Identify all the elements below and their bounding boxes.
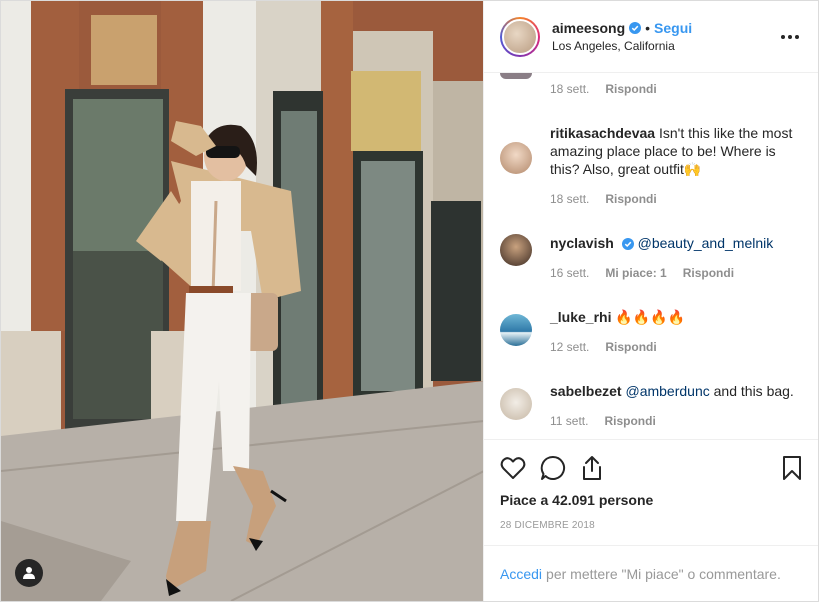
post-photo[interactable]	[1, 1, 484, 601]
comment-item: 18 sett. Rispondi	[500, 73, 802, 98]
comment-text: and this bag.	[713, 383, 794, 399]
likes-count[interactable]: Piace a 42.091 persone	[500, 492, 802, 508]
person-icon	[23, 567, 35, 579]
follow-button[interactable]: Segui	[654, 20, 692, 37]
author-username[interactable]: aimeesong	[552, 20, 625, 37]
post-side-panel: aimeesong • Segui Los Angeles, Californi…	[484, 1, 818, 601]
comment-likes[interactable]: Mi piace: 1	[605, 264, 666, 282]
reply-button[interactable]: Rispondi	[604, 412, 655, 430]
more-options-icon[interactable]	[778, 25, 802, 49]
comment-item: ritikasachdevaa Isn't this like the most…	[500, 124, 802, 208]
comment-mention[interactable]: @beauty_and_melnik	[638, 235, 774, 251]
reply-button[interactable]: Rispondi	[605, 338, 656, 356]
comment-username[interactable]: ritikasachdevaa	[550, 125, 655, 141]
post-dialog: aimeesong • Segui Los Angeles, Californi…	[0, 0, 819, 602]
post-location[interactable]: Los Angeles, California	[552, 39, 778, 53]
login-link[interactable]: Accedi	[500, 566, 542, 582]
commenter-avatar[interactable]	[500, 142, 532, 174]
comment-time: 12 sett.	[550, 340, 590, 354]
user-tag-icon[interactable]	[15, 559, 43, 587]
login-prompt: Accedi per mettere "Mi piace" o commenta…	[484, 545, 818, 601]
commenter-avatar[interactable]	[500, 234, 532, 266]
commenter-avatar[interactable]	[500, 388, 532, 420]
comment-time: 18 sett.	[550, 82, 590, 96]
share-icon[interactable]	[580, 448, 620, 488]
commenter-avatar[interactable]	[500, 73, 532, 79]
verified-badge-icon	[629, 22, 642, 35]
post-header: aimeesong • Segui Los Angeles, Californi…	[484, 1, 818, 73]
comments-list[interactable]: 18 sett. Rispondi ritikasachdevaa Isn't …	[484, 73, 818, 439]
reply-button[interactable]: Rispondi	[605, 80, 656, 98]
author-avatar[interactable]	[500, 16, 540, 57]
post-actions: Piace a 42.091 persone 28 DICEMBRE 2018	[484, 439, 818, 545]
comment-username[interactable]: nyclavish	[550, 235, 614, 251]
bookmark-icon[interactable]	[762, 448, 802, 488]
commenter-avatar[interactable]	[500, 314, 532, 346]
comment-username[interactable]: _luke_rhi	[550, 309, 611, 325]
comment-time: 18 sett.	[550, 192, 590, 206]
comment-item: _luke_rhi 🔥🔥🔥🔥 12 sett. Rispondi	[500, 308, 802, 356]
login-prompt-text: per mettere "Mi piace" o commentare.	[546, 565, 781, 582]
comment-item: nyclavish @beauty_and_melnik 16 sett. Mi…	[500, 234, 802, 282]
separator-dot: •	[645, 19, 651, 36]
street-photo-illustration	[1, 1, 483, 601]
reply-button[interactable]: Rispondi	[683, 264, 734, 282]
heart-icon[interactable]	[500, 448, 540, 488]
reply-button[interactable]: Rispondi	[605, 190, 656, 208]
comment-mention[interactable]: @amberdunc	[625, 383, 709, 399]
comment-time: 16 sett.	[550, 266, 590, 280]
comment-time: 11 sett.	[550, 414, 589, 428]
comment-bubble-icon[interactable]	[540, 448, 580, 488]
comment-text: 🔥🔥🔥🔥	[615, 309, 686, 325]
comment-username[interactable]: sabelbezet	[550, 383, 622, 399]
verified-badge-icon	[621, 238, 634, 251]
comment-item: sabelbezet @amberdunc and this bag. 11 s…	[500, 382, 802, 430]
post-date: 28 DICEMBRE 2018	[500, 520, 595, 531]
